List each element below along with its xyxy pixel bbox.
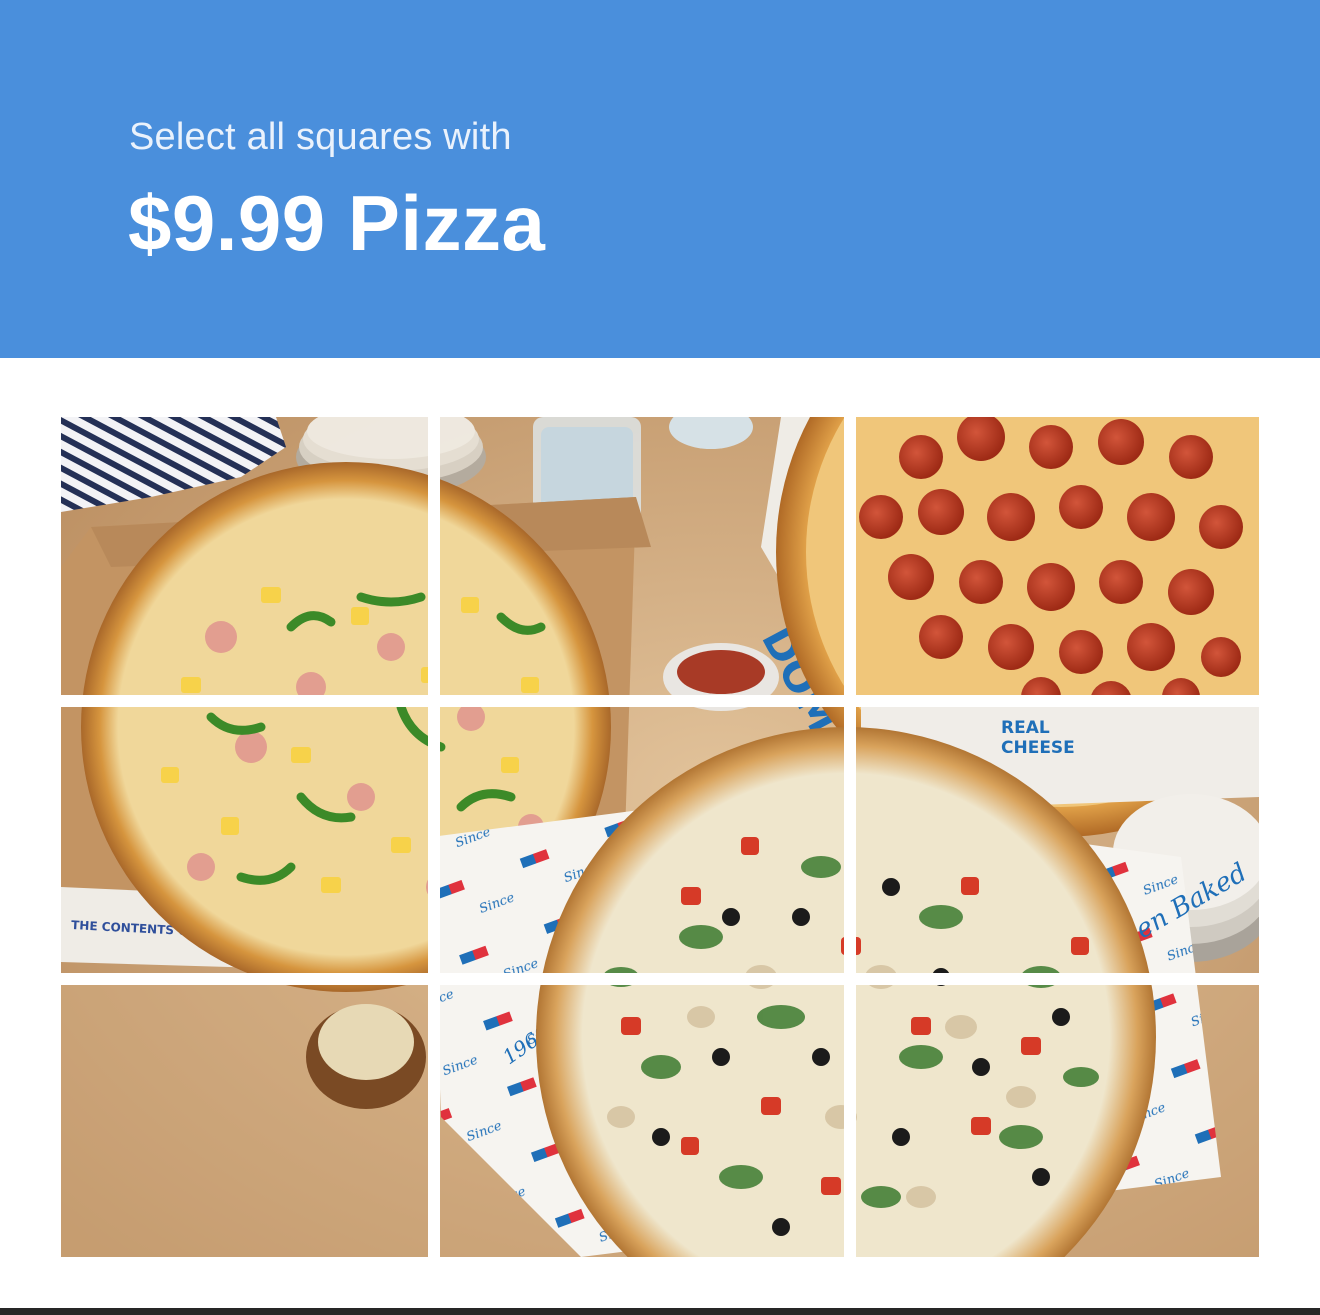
- captcha-tile-r1c3[interactable]: [856, 417, 1259, 695]
- bottom-divider: [0, 1308, 1320, 1315]
- captcha-tile-r1c2[interactable]: [440, 417, 844, 695]
- captcha-tile-r2c3[interactable]: [856, 707, 1259, 973]
- captcha-tile-r3c2[interactable]: [440, 985, 844, 1257]
- captcha-grid: Since THE CONTENTS OF THIS BOX WILL BE D…: [61, 267, 1320, 1315]
- captcha-tile-r3c3[interactable]: [856, 985, 1259, 1257]
- captcha-target: $9.99 Pizza: [128, 179, 546, 267]
- captcha-tile-r3c1[interactable]: [61, 985, 428, 1257]
- captcha-tile-r1c1[interactable]: [61, 417, 428, 695]
- captcha-tile-r2c1[interactable]: [61, 707, 428, 973]
- captcha-header: Select all squares with $9.99 Pizza: [0, 0, 1320, 358]
- captcha-tile-r2c2[interactable]: [440, 707, 844, 973]
- captcha-prompt: Select all squares with: [129, 116, 512, 158]
